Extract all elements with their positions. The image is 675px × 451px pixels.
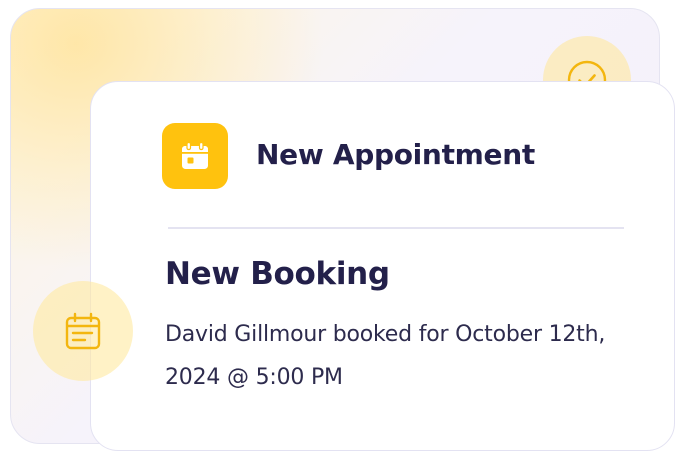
divider [168, 227, 624, 229]
calendar-icon [182, 141, 208, 169]
calendar-badge [33, 281, 133, 381]
calendar-list-icon [65, 312, 101, 350]
notification-header-title: New Appointment [256, 138, 535, 171]
app-icon-tile [162, 123, 228, 189]
booking-title: New Booking [165, 256, 390, 292]
booking-description: David Gillmour booked for October 12th, … [165, 322, 606, 390]
